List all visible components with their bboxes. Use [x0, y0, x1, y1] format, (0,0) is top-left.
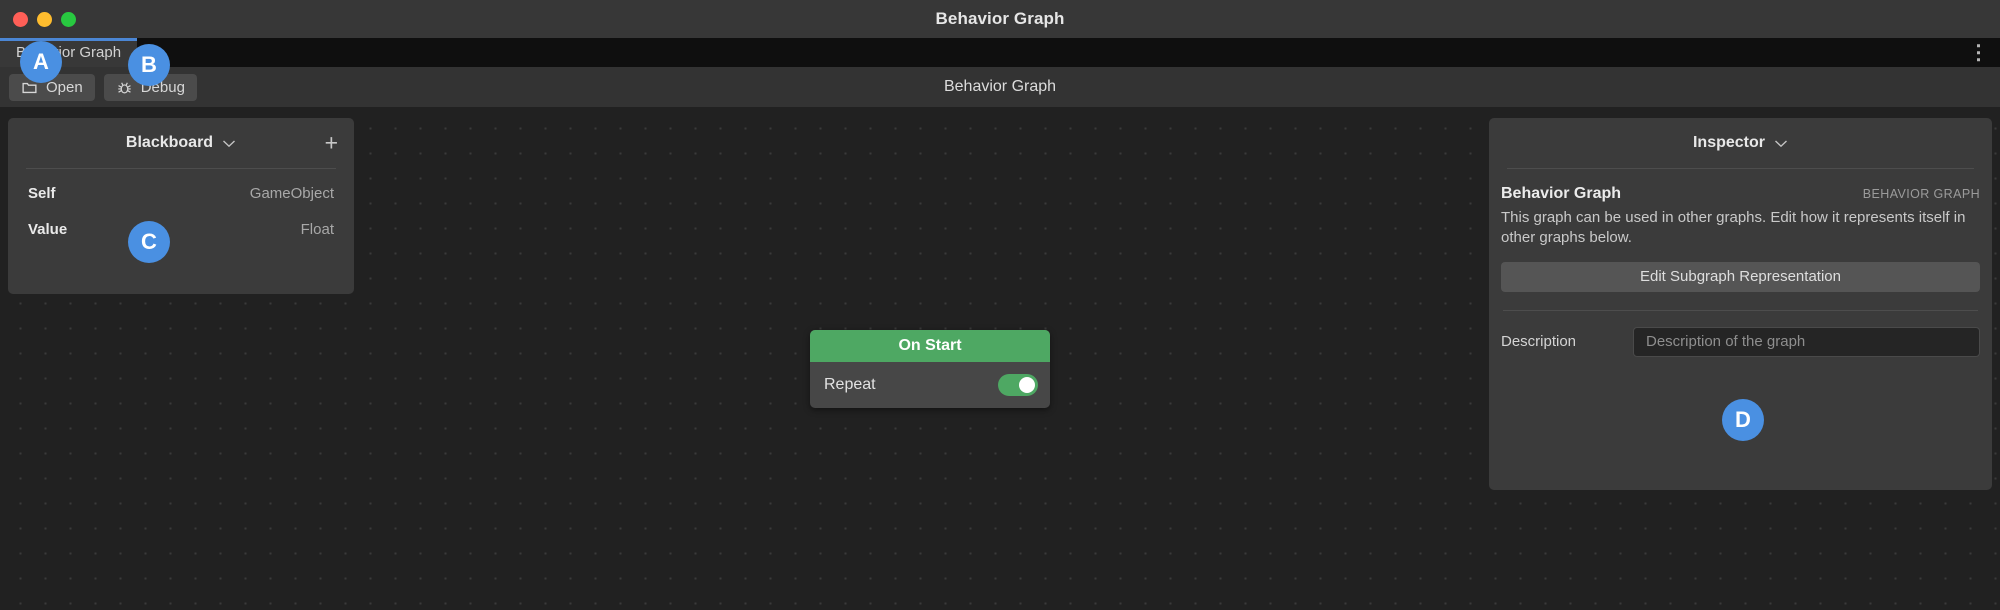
- annotation-letter: C: [141, 229, 157, 254]
- annotation-marker-b: B: [128, 44, 170, 86]
- inspector-title-group[interactable]: Inspector: [1693, 134, 1788, 152]
- variable-name: Self: [28, 184, 56, 202]
- kebab-menu-icon[interactable]: [1971, 40, 1987, 66]
- toolbar-title: Behavior Graph: [943, 78, 1057, 95]
- blackboard-add-button[interactable]: +: [325, 131, 338, 155]
- inspector-type-badge: BEHAVIOR GRAPH: [1862, 187, 1980, 201]
- annotation-letter: D: [1735, 407, 1751, 432]
- chevron-down-icon[interactable]: [222, 139, 236, 148]
- edit-subgraph-representation-button[interactable]: Edit Subgraph Representation: [1501, 261, 1980, 292]
- node-body: Repeat: [810, 362, 1050, 408]
- annotation-letter: A: [33, 49, 49, 74]
- chevron-down-icon[interactable]: [1774, 139, 1788, 148]
- open-button-label: Open: [46, 78, 83, 96]
- variable-type: Float: [300, 220, 334, 238]
- graph-node-on-start[interactable]: On Start Repeat: [810, 330, 1050, 408]
- graph-toolbar: Open Debug Behavior Graph: [0, 67, 2000, 107]
- blackboard-variable-list: Self GameObject Value Float: [8, 169, 354, 247]
- annotation-letter: B: [141, 52, 157, 77]
- description-input[interactable]: Description of the graph: [1633, 326, 1980, 357]
- annotation-marker-a: A: [20, 41, 62, 83]
- blackboard-row-self[interactable]: Self GameObject: [8, 175, 354, 211]
- blackboard-row-value[interactable]: Value Float: [8, 211, 354, 247]
- window-titlebar: Behavior Graph: [0, 0, 2000, 38]
- inspector-section-description: This graph can be used in other graphs. …: [1501, 209, 1966, 246]
- description-field-row: Description Description of the graph: [1501, 311, 1980, 357]
- variable-type: GameObject: [249, 184, 334, 202]
- window-title: Behavior Graph: [935, 9, 1065, 28]
- annotation-marker-c: C: [128, 221, 170, 263]
- inspector-header: Inspector: [1489, 118, 1992, 168]
- behavior-graph-window: Behavior Graph Behavior Graph Open Debug…: [0, 0, 2000, 610]
- bug-icon: [116, 79, 133, 96]
- toggle-knob: [1019, 377, 1035, 393]
- inspector-section-header: Behavior Graph BEHAVIOR GRAPH: [1501, 185, 1980, 203]
- tab-strip: Behavior Graph: [0, 38, 2000, 67]
- inspector-content: Behavior Graph BEHAVIOR GRAPH This graph…: [1489, 169, 1992, 357]
- annotation-marker-d: D: [1722, 399, 1764, 441]
- node-header: On Start: [810, 330, 1050, 362]
- inspector-section-title: Behavior Graph: [1501, 185, 1622, 202]
- blackboard-header: Blackboard +: [8, 118, 354, 168]
- blackboard-title: Blackboard: [125, 134, 214, 151]
- inspector-title: Inspector: [1692, 134, 1765, 151]
- variable-name: Value: [28, 220, 68, 238]
- blackboard-panel: Blackboard + Self GameObject Value Float: [8, 118, 354, 294]
- description-placeholder: Description of the graph: [1646, 333, 1806, 351]
- blackboard-title-group[interactable]: Blackboard: [126, 134, 236, 152]
- repeat-toggle[interactable]: [998, 374, 1038, 396]
- node-field-label: Repeat: [824, 376, 876, 393]
- description-label: Description: [1501, 333, 1577, 351]
